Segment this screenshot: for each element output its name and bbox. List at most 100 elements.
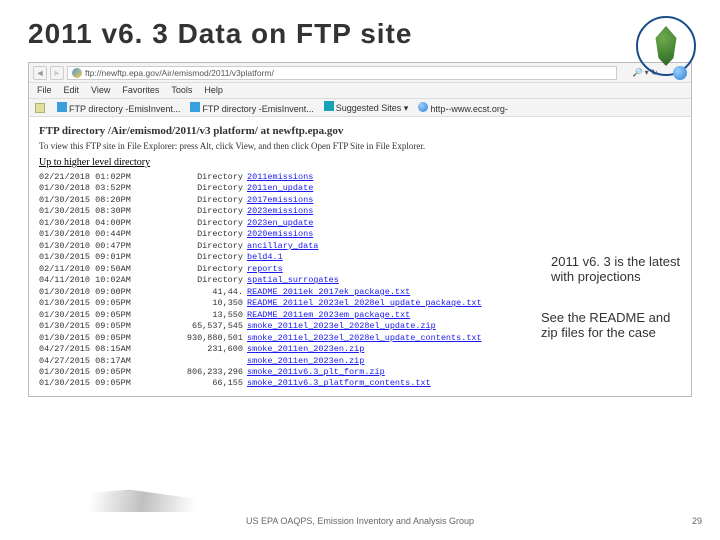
menu-favorites[interactable]: Favorites xyxy=(122,85,159,96)
row-datetime: 01/30/2018 04:00PM xyxy=(39,218,169,229)
listing-row: 01/30/2015 09:05PM66,155smoke_2011v6.3_p… xyxy=(39,378,681,389)
fav-link-4[interactable]: http--www.ecst.org- xyxy=(430,104,508,114)
listing-row: 01/30/2010 00:47PMDirectoryancillary_dat… xyxy=(39,241,681,252)
row-size: Directory xyxy=(169,275,247,286)
row-link[interactable]: README 2011el 2023el 2028el update packa… xyxy=(247,298,482,309)
page-heading: FTP directory /Air/emismod/2011/v3 platf… xyxy=(39,125,681,137)
fav-link-1[interactable]: FTP directory -EmisInvent... xyxy=(69,104,180,114)
row-link[interactable]: 2023emissions xyxy=(247,206,313,217)
row-size: 13,550 xyxy=(169,310,247,321)
listing-row: 04/27/2015 08:15AM231,600smoke_2011en_20… xyxy=(39,344,681,355)
site-icon xyxy=(72,68,82,78)
row-link[interactable]: smoke_2011en_2023en.zip xyxy=(247,356,364,367)
row-link[interactable]: beld4.1 xyxy=(247,252,283,263)
row-datetime: 01/30/2015 09:05PM xyxy=(39,367,169,378)
row-datetime: 01/30/2018 03:52PM xyxy=(39,183,169,194)
row-size: Directory xyxy=(169,206,247,217)
row-datetime: 04/27/2015 08:15AM xyxy=(39,344,169,355)
slide-decoration xyxy=(0,484,260,512)
page-instructions: To view this FTP site in File Explorer: … xyxy=(39,141,681,151)
listing-row: 01/30/2015 08:20PMDirectory2017emissions xyxy=(39,195,681,206)
menu-help[interactable]: Help xyxy=(204,85,223,96)
listing-row: 01/30/2010 00:44PMDirectory2020emissions xyxy=(39,229,681,240)
address-bar[interactable]: ftp://newftp.epa.gov/Air/emismod/2011/v3… xyxy=(67,66,617,80)
row-datetime: 01/30/2010 00:47PM xyxy=(39,241,169,252)
row-size: 65,537,545 xyxy=(169,321,247,332)
listing-row: 01/30/2018 03:52PMDirectory2011en_update xyxy=(39,183,681,194)
row-link[interactable]: ancillary_data xyxy=(247,241,318,252)
epa-logo xyxy=(636,16,696,76)
row-link[interactable]: spatial_surrogates xyxy=(247,275,339,286)
browser-window: ◄ ► ftp://newftp.epa.gov/Air/emismod/201… xyxy=(28,62,692,397)
page-icon xyxy=(57,102,67,112)
ie-fav-icon xyxy=(418,102,428,112)
url-text: ftp://newftp.epa.gov/Air/emismod/2011/v3… xyxy=(85,68,274,78)
back-button[interactable]: ◄ xyxy=(33,66,47,80)
page-icon xyxy=(190,102,200,112)
row-datetime: 01/30/2015 09:05PM xyxy=(39,310,169,321)
row-size: Directory xyxy=(169,218,247,229)
listing-row: 01/30/2018 04:00PMDirectory2023en_update xyxy=(39,218,681,229)
menu-view[interactable]: View xyxy=(91,85,110,96)
row-link[interactable]: reports xyxy=(247,264,283,275)
forward-button[interactable]: ► xyxy=(50,66,64,80)
row-datetime: 01/30/2010 09:00PM xyxy=(39,287,169,298)
row-datetime: 02/11/2010 09:50AM xyxy=(39,264,169,275)
row-datetime: 01/30/2015 09:05PM xyxy=(39,333,169,344)
row-size xyxy=(169,356,247,367)
row-size: 10,350 xyxy=(169,298,247,309)
menu-bar: File Edit View Favorites Tools Help xyxy=(29,83,691,99)
row-size: 41,44. xyxy=(169,287,247,298)
row-size: Directory xyxy=(169,241,247,252)
row-datetime: 01/30/2015 08:30PM xyxy=(39,206,169,217)
row-link[interactable]: 2020emissions xyxy=(247,229,313,240)
row-datetime: 04/27/2015 08:17AM xyxy=(39,356,169,367)
row-link[interactable]: README 2011em 2023em package.txt xyxy=(247,310,410,321)
row-datetime: 01/30/2010 00:44PM xyxy=(39,229,169,240)
row-size: Directory xyxy=(169,252,247,263)
fav-link-3[interactable]: Suggested Sites ▾ xyxy=(336,103,409,113)
slide-footer: US EPA OAQPS, Emission Inventory and Ana… xyxy=(0,516,720,526)
row-link[interactable]: 2017emissions xyxy=(247,195,313,206)
page-number: 29 xyxy=(692,516,702,526)
row-datetime: 01/30/2015 09:05PM xyxy=(39,378,169,389)
page-icon xyxy=(324,101,334,111)
annotation-readme: See the README and zip files for the cas… xyxy=(541,310,686,340)
row-link[interactable]: 2011emissions xyxy=(247,172,313,183)
row-datetime: 04/11/2010 10:02AM xyxy=(39,275,169,286)
row-datetime: 01/30/2015 09:01PM xyxy=(39,252,169,263)
row-size: 930,880,501 xyxy=(169,333,247,344)
row-link[interactable]: smoke_2011en_2023en.zip xyxy=(247,344,364,355)
up-directory-link[interactable]: Up to higher level directory xyxy=(39,157,681,168)
row-size: Directory xyxy=(169,183,247,194)
menu-tools[interactable]: Tools xyxy=(171,85,192,96)
row-size: 231,600 xyxy=(169,344,247,355)
row-link[interactable]: smoke_2011el_2023el_2028el_update.zip xyxy=(247,321,436,332)
annotation-latest: 2011 v6. 3 is the latest with projection… xyxy=(551,254,686,284)
menu-edit[interactable]: Edit xyxy=(64,85,80,96)
row-size: 806,233,296 xyxy=(169,367,247,378)
browser-toolbar: ◄ ► ftp://newftp.epa.gov/Air/emismod/201… xyxy=(29,63,691,83)
favorites-bar: FTP directory -EmisInvent... FTP directo… xyxy=(29,99,691,117)
row-link[interactable]: 2011en_update xyxy=(247,183,313,194)
listing-row: 01/30/2015 09:05PM10,350README 2011el 20… xyxy=(39,298,681,309)
row-link[interactable]: README 2011ek 2017ek package.txt xyxy=(247,287,410,298)
row-datetime: 02/21/2018 01:02PM xyxy=(39,172,169,183)
listing-row: 01/30/2015 09:05PM806,233,296smoke_2011v… xyxy=(39,367,681,378)
row-size: 66,155 xyxy=(169,378,247,389)
row-link[interactable]: smoke_2011el_2023el_2028el_update_conten… xyxy=(247,333,482,344)
menu-file[interactable]: File xyxy=(37,85,52,96)
row-link[interactable]: smoke_2011v6.3_plt_form.zip xyxy=(247,367,385,378)
row-link[interactable]: 2023en_update xyxy=(247,218,313,229)
row-datetime: 01/30/2015 08:20PM xyxy=(39,195,169,206)
listing-row: 01/30/2015 08:30PMDirectory2023emissions xyxy=(39,206,681,217)
row-size: Directory xyxy=(169,195,247,206)
row-link[interactable]: smoke_2011v6.3_platform_contents.txt xyxy=(247,378,431,389)
star-icon xyxy=(35,103,45,113)
row-datetime: 01/30/2015 09:05PM xyxy=(39,298,169,309)
fav-link-2[interactable]: FTP directory -EmisInvent... xyxy=(202,104,313,114)
listing-row: 02/21/2018 01:02PMDirectory2011emissions xyxy=(39,172,681,183)
row-size: Directory xyxy=(169,229,247,240)
listing-row: 04/27/2015 08:17AM smoke_2011en_2023en.zi… xyxy=(39,356,681,367)
ie-icon xyxy=(673,66,687,80)
